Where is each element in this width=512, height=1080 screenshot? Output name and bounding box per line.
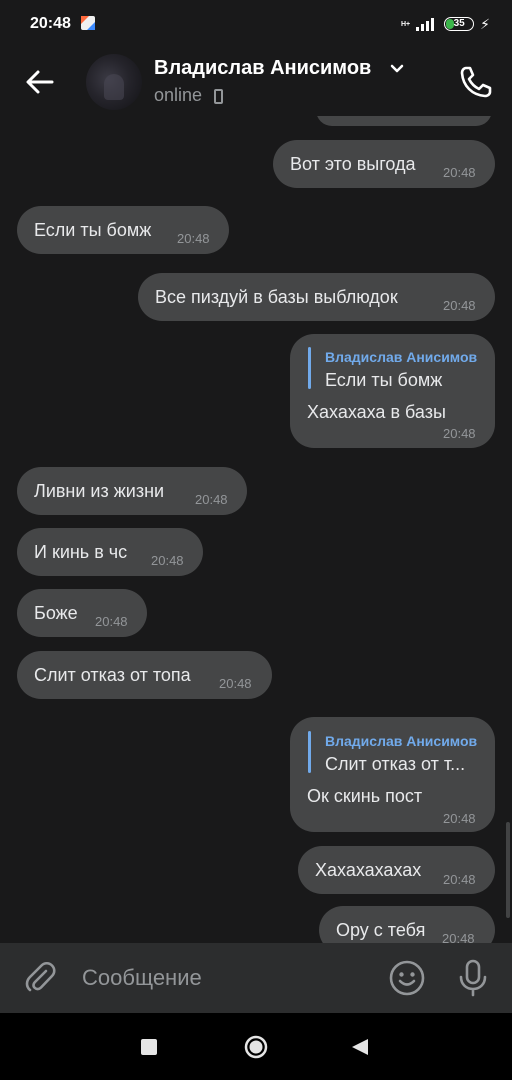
message-time: 20:48	[95, 614, 128, 629]
message-list[interactable]: Вот это выгода 20:48 Если ты бомж 20:48 …	[0, 116, 512, 943]
message-time: 20:48	[177, 231, 210, 246]
message-time: 20:48	[442, 931, 475, 943]
message-text: Ору с тебя	[336, 920, 426, 940]
signal-icon	[416, 18, 435, 31]
message-bubble-outgoing-reply[interactable]: Владислав Анисимов Если ты бомж Хахахаха…	[290, 334, 495, 448]
reply-author: Владислав Анисимов	[325, 733, 478, 749]
contact-name[interactable]: Владислав Анисимов	[154, 57, 371, 80]
status-indicators: H+ 35 ⚡︎	[401, 14, 490, 34]
message-time: 20:48	[443, 872, 476, 887]
mobile-device-icon	[214, 89, 223, 104]
battery-icon: 35	[444, 17, 475, 31]
reply-text: Слит отказ от т...	[325, 754, 466, 774]
message-text: Все пиздуй в базы выблюдок	[155, 287, 398, 307]
reply-author: Владислав Анисимов	[325, 349, 478, 365]
message-bubble-incoming[interactable]: Слит отказ от топа 20:48	[17, 651, 272, 699]
nav-recents-icon[interactable]	[141, 1039, 157, 1055]
app-notification-icon	[81, 16, 95, 30]
status-time: 20:48	[30, 15, 71, 32]
chevron-down-icon[interactable]	[390, 64, 404, 74]
message-bubble-incoming[interactable]: Боже 20:48	[17, 589, 147, 637]
charging-icon: ⚡︎	[480, 15, 490, 32]
message-text: И кинь в чс	[34, 542, 128, 562]
nav-home-icon[interactable]	[244, 1035, 268, 1059]
message-text: Если ты бомж	[34, 220, 152, 240]
network-type: H+	[401, 20, 411, 28]
chat-header: Владислав Анисимов online	[0, 48, 512, 116]
mic-icon[interactable]	[455, 958, 491, 998]
emoji-icon[interactable]	[388, 959, 426, 997]
message-time: 20:48	[443, 298, 476, 313]
call-icon[interactable]	[456, 62, 496, 102]
message-time: 20:48	[151, 553, 184, 568]
message-time: 20:48	[443, 811, 476, 826]
status-bar: 20:48 H+ 35 ⚡︎	[0, 0, 512, 48]
message-text: Вот это выгода	[290, 154, 416, 174]
avatar[interactable]	[86, 54, 142, 110]
message-bubble-incoming[interactable]: Ливни из жизни 20:48	[17, 467, 247, 515]
message-bubble-incoming[interactable]: Если ты бомж 20:48	[17, 206, 229, 254]
message-bubble-outgoing[interactable]: Хахахахахах 20:48	[298, 846, 495, 894]
scrollbar[interactable]	[506, 822, 510, 918]
message-time: 20:48	[195, 492, 228, 507]
message-text: Ок скинь пост	[307, 786, 423, 806]
message-text: Ливни из жизни	[34, 481, 165, 501]
message-time: 20:48	[443, 426, 476, 441]
message-bubble-outgoing[interactable]: Вот это выгода 20:48	[273, 140, 495, 188]
message-composer	[0, 943, 512, 1013]
reply-text: Если ты бомж	[325, 370, 443, 390]
reply-bar	[308, 347, 311, 389]
message-bubble-partial[interactable]	[316, 116, 492, 126]
message-bubble-outgoing[interactable]: Все пиздуй в базы выблюдок 20:48	[138, 273, 495, 321]
message-bubble-outgoing[interactable]: Ору с тебя 20:48	[319, 906, 495, 943]
reply-bar	[308, 731, 311, 773]
system-nav-bar	[0, 1013, 512, 1080]
message-text: Слит отказ от топа	[34, 665, 191, 685]
message-text: Хахахахахах	[315, 860, 422, 880]
message-text: Хахахаха в базы	[307, 402, 446, 422]
battery-level: 35	[453, 18, 465, 29]
contact-status: online	[154, 85, 203, 105]
message-bubble-incoming[interactable]: И кинь в чс 20:48	[17, 528, 203, 576]
message-time: 20:48	[443, 165, 476, 180]
message-text: Боже	[34, 603, 78, 623]
back-arrow-icon[interactable]	[22, 64, 58, 100]
message-bubble-outgoing-reply[interactable]: Владислав Анисимов Слит отказ от т... Ок…	[290, 717, 495, 832]
message-time: 20:48	[219, 676, 252, 691]
message-input[interactable]	[74, 958, 390, 998]
nav-back-icon[interactable]	[351, 1038, 369, 1056]
attach-icon[interactable]	[22, 959, 58, 995]
